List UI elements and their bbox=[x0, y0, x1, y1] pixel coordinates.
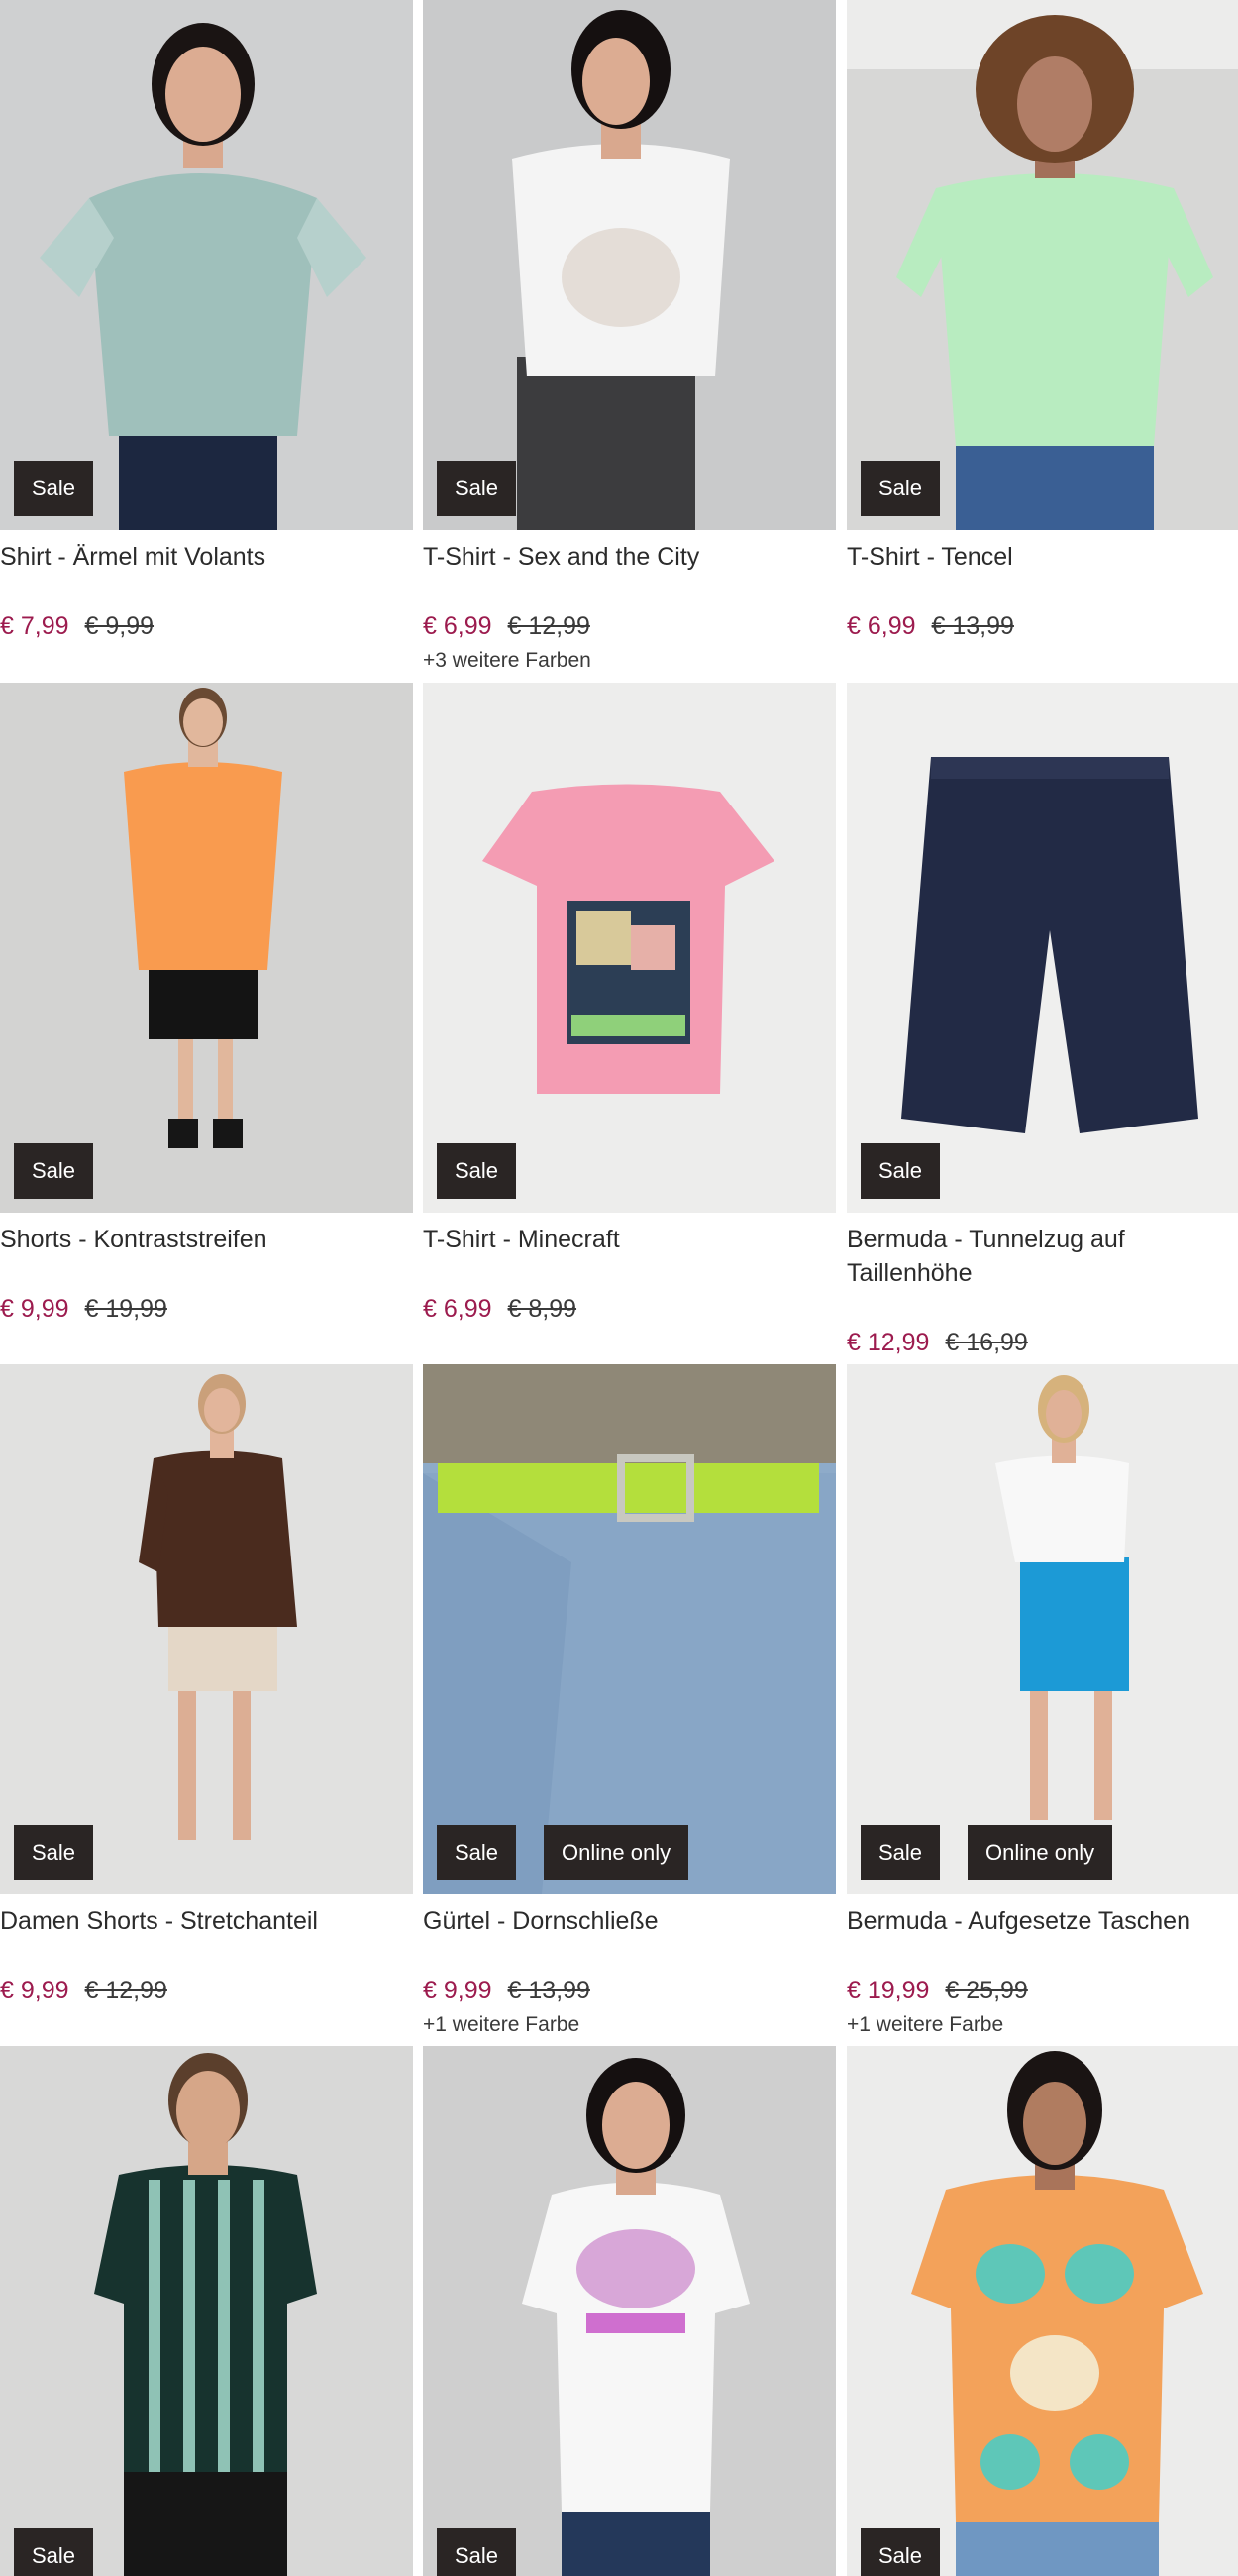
sale-badge: Sale bbox=[14, 1825, 94, 1880]
original-price: € 9,99 bbox=[84, 612, 155, 640]
product-name[interactable]: Shorts - Kontraststreifen bbox=[0, 1223, 401, 1256]
sale-badge: Sale bbox=[437, 1143, 517, 1199]
sale-badge: Sale bbox=[861, 1143, 941, 1199]
product-image[interactable]: Sale bbox=[847, 0, 1238, 530]
original-price: € 8,99 bbox=[507, 1295, 577, 1323]
online-only-badge: Online only bbox=[968, 1825, 1113, 1880]
sale-price: € 6,99 bbox=[847, 612, 916, 640]
sale-price: € 19,99 bbox=[847, 1977, 930, 2004]
sale-badge: Sale bbox=[437, 461, 517, 516]
product-image[interactable]: Sale bbox=[0, 1364, 413, 1894]
product-name[interactable]: Bermuda - Aufgesetze Taschen bbox=[847, 1904, 1238, 1938]
sale-price: € 7,99 bbox=[0, 612, 69, 640]
sale-badge: Sale bbox=[14, 2528, 94, 2576]
product-name[interactable]: Gürtel - Dornschließe bbox=[423, 1904, 824, 1938]
original-price: € 12,99 bbox=[507, 612, 590, 640]
more-colors[interactable]: +3 weitere Farben bbox=[423, 649, 591, 673]
product-image[interactable]: Sale bbox=[0, 683, 413, 1213]
product-name[interactable]: T-Shirt - Minecraft bbox=[423, 1223, 824, 1256]
product-name[interactable]: Damen Shorts - Stretchanteil bbox=[0, 1904, 401, 1938]
sale-price: € 6,99 bbox=[423, 1295, 492, 1323]
original-price: € 19,99 bbox=[84, 1295, 167, 1323]
original-price: € 25,99 bbox=[945, 1977, 1028, 2004]
product-name[interactable]: Bermuda - Tunnelzug auf Taillenhöhe bbox=[847, 1223, 1238, 1290]
product-image[interactable]: Sale bbox=[0, 0, 413, 530]
sale-price: € 9,99 bbox=[0, 1977, 69, 2004]
product-image[interactable]: Sale bbox=[0, 2046, 413, 2576]
product-image[interactable]: Sale bbox=[847, 683, 1238, 1213]
sale-badge: Sale bbox=[437, 1825, 517, 1880]
sale-badge: Sale bbox=[861, 1825, 941, 1880]
product-name[interactable]: T-Shirt - Tencel bbox=[847, 540, 1238, 574]
original-price: € 13,99 bbox=[507, 1977, 590, 2004]
sale-badge: Sale bbox=[861, 2528, 941, 2576]
sale-price: € 12,99 bbox=[847, 1329, 930, 1356]
product-image[interactable]: Sale bbox=[847, 2046, 1238, 2576]
sale-badge: Sale bbox=[437, 2528, 517, 2576]
product-name[interactable]: T-Shirt - Sex and the City bbox=[423, 540, 824, 574]
original-price: € 12,99 bbox=[84, 1977, 167, 2004]
sale-badge: Sale bbox=[14, 1143, 94, 1199]
product-image[interactable]: Sale bbox=[423, 2046, 836, 2576]
original-price: € 13,99 bbox=[931, 612, 1014, 640]
more-colors[interactable]: +1 weitere Farbe bbox=[423, 2013, 579, 2037]
product-name[interactable]: Shirt - Ärmel mit Volants bbox=[0, 540, 401, 574]
sale-price: € 9,99 bbox=[0, 1295, 69, 1323]
original-price: € 16,99 bbox=[945, 1329, 1028, 1356]
product-image[interactable]: Sale bbox=[423, 683, 836, 1213]
sale-price: € 9,99 bbox=[423, 1977, 492, 2004]
product-image[interactable]: Sale Online only bbox=[847, 1364, 1238, 1894]
more-colors[interactable]: +1 weitere Farbe bbox=[847, 2013, 1003, 2037]
sale-badge: Sale bbox=[14, 461, 94, 516]
product-image[interactable]: Sale bbox=[423, 0, 836, 530]
sale-badge: Sale bbox=[861, 461, 941, 516]
sale-price: € 6,99 bbox=[423, 612, 492, 640]
product-image[interactable]: Sale Online only bbox=[423, 1364, 836, 1894]
online-only-badge: Online only bbox=[544, 1825, 689, 1880]
